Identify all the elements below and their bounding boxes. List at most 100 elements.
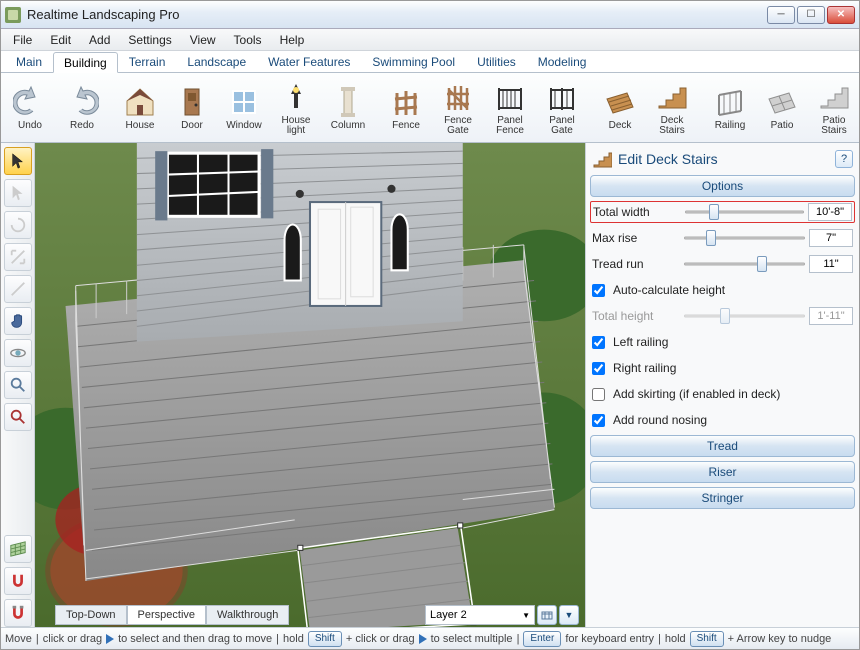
tab-utilities[interactable]: Utilities (466, 51, 527, 72)
fence-gate-icon (441, 80, 475, 114)
prop-nosing: Add round nosing (590, 409, 855, 431)
tab-swimming-pool[interactable]: Swimming Pool (361, 51, 466, 72)
prop-total-width: Total width 10'-8" (590, 201, 855, 223)
toolbar-panel-fence[interactable]: PanelFence (485, 77, 535, 139)
minimize-button[interactable]: ─ (767, 6, 795, 24)
menu-add[interactable]: Add (81, 31, 118, 49)
scale-tool[interactable] (4, 243, 32, 271)
options-button[interactable]: Options (590, 175, 855, 197)
tread-run-slider[interactable] (684, 255, 805, 273)
3d-viewport[interactable]: Top-Down Perspective Walkthrough Layer 2… (35, 143, 585, 627)
toolbar-fence-gate[interactable]: FenceGate (433, 77, 483, 139)
viewtab-walkthrough[interactable]: Walkthrough (206, 605, 289, 625)
menubar: File Edit Add Settings View Tools Help (1, 29, 859, 51)
house-icon (123, 85, 157, 119)
stringer-button[interactable]: Stringer (590, 487, 855, 509)
layer-dropdown[interactable]: Layer 2▼ (425, 605, 535, 625)
tab-main[interactable]: Main (5, 51, 53, 72)
deck-stairs-icon (592, 149, 612, 169)
menu-settings[interactable]: Settings (120, 31, 179, 49)
prop-skirting: Add skirting (if enabled in deck) (590, 383, 855, 405)
toolbar-door[interactable]: Door (167, 77, 217, 139)
tab-building[interactable]: Building (53, 52, 118, 73)
cursor-icon (106, 634, 114, 644)
patio-stairs-icon (817, 80, 851, 114)
view-mode-tabs: Top-Down Perspective Walkthrough (55, 605, 289, 625)
zoom-tool[interactable] (4, 371, 32, 399)
menu-file[interactable]: File (5, 31, 40, 49)
max-rise-slider[interactable] (684, 229, 805, 247)
toolbar-fence[interactable]: Fence (381, 77, 431, 139)
grid-toggle[interactable] (4, 535, 32, 563)
toolbar-deck[interactable]: Deck (595, 77, 645, 139)
layer-more-button[interactable]: ▼ (559, 605, 579, 625)
toolbar-railing[interactable]: Railing (705, 77, 755, 139)
layer-visibility-button[interactable] (537, 605, 557, 625)
toolbar: UndoRedoHouseDoorWindowHouselightColumnF… (1, 73, 859, 143)
status-bar: Move | click or drag to select and then … (1, 627, 859, 649)
zoom-extents-tool[interactable] (4, 403, 32, 431)
hand-tool[interactable] (4, 307, 32, 335)
toolbar-house-light[interactable]: Houselight (271, 77, 321, 139)
select-tool[interactable] (4, 147, 32, 175)
toolbar-redo[interactable]: Redo (57, 77, 107, 139)
pan-tool-disabled[interactable] (4, 179, 32, 207)
snap-toggle[interactable] (4, 567, 32, 595)
menu-edit[interactable]: Edit (42, 31, 79, 49)
orbit-tool[interactable] (4, 339, 32, 367)
panel-gate-icon (545, 80, 579, 114)
tab-landscape[interactable]: Landscape (176, 51, 257, 72)
enter-key-hint: Enter (523, 631, 561, 647)
deck-icon (603, 85, 637, 119)
redo-icon (65, 85, 99, 119)
right-railing-checkbox[interactable] (592, 362, 605, 375)
deck-stairs-icon (655, 80, 689, 114)
app-icon (5, 7, 21, 23)
properties-panel: Edit Deck Stairs ? Options Total width 1… (585, 143, 859, 627)
menu-help[interactable]: Help (272, 31, 313, 49)
toolbar-window[interactable]: Window (219, 77, 269, 139)
total-width-value[interactable]: 10'-8" (808, 203, 852, 221)
magnet-toggle[interactable] (4, 599, 32, 627)
menu-tools[interactable]: Tools (226, 31, 270, 49)
tab-modeling[interactable]: Modeling (527, 51, 598, 72)
window-title: Realtime Landscaping Pro (27, 7, 767, 22)
toolbar-column[interactable]: Column (323, 77, 373, 139)
skirting-checkbox[interactable] (592, 388, 605, 401)
door-icon (175, 85, 209, 119)
tab-terrain[interactable]: Terrain (118, 51, 177, 72)
toolbar-house[interactable]: House (115, 77, 165, 139)
toolbar-undo[interactable]: Undo (5, 77, 55, 139)
patio-icon (765, 85, 799, 119)
riser-button[interactable]: Riser (590, 461, 855, 483)
prop-auto-calc: Auto-calculate height (590, 279, 855, 301)
auto-calc-checkbox[interactable] (592, 284, 605, 297)
status-mode: Move (5, 633, 32, 645)
total-height-value: 1'-11" (809, 307, 853, 325)
tread-run-value[interactable]: 11" (809, 255, 853, 273)
line-tool[interactable] (4, 275, 32, 303)
panel-title: Edit Deck Stairs (618, 151, 718, 167)
rotate-tool[interactable] (4, 211, 32, 239)
viewtab-perspective[interactable]: Perspective (127, 605, 206, 625)
toolbar-panel-gate[interactable]: PanelGate (537, 77, 587, 139)
category-tabs: MainBuildingTerrainLandscapeWater Featur… (1, 51, 859, 73)
nosing-checkbox[interactable] (592, 414, 605, 427)
prop-right-railing: Right railing (590, 357, 855, 379)
left-railing-checkbox[interactable] (592, 336, 605, 349)
total-width-slider[interactable] (685, 203, 804, 221)
toolbar-patio[interactable]: Patio (757, 77, 807, 139)
max-rise-value[interactable]: 7" (809, 229, 853, 247)
cursor-icon (419, 634, 427, 644)
maximize-button[interactable]: ☐ (797, 6, 825, 24)
house-light-icon (279, 80, 313, 114)
viewtab-top-down[interactable]: Top-Down (55, 605, 127, 625)
menu-view[interactable]: View (182, 31, 224, 49)
close-button[interactable]: ✕ (827, 6, 855, 24)
tab-water-features[interactable]: Water Features (257, 51, 361, 72)
column-icon (331, 85, 365, 119)
tread-button[interactable]: Tread (590, 435, 855, 457)
help-button[interactable]: ? (835, 150, 853, 168)
toolbar-deck-stairs[interactable]: DeckStairs (647, 77, 697, 139)
toolbar-patio-stairs[interactable]: PatioStairs (809, 77, 859, 139)
